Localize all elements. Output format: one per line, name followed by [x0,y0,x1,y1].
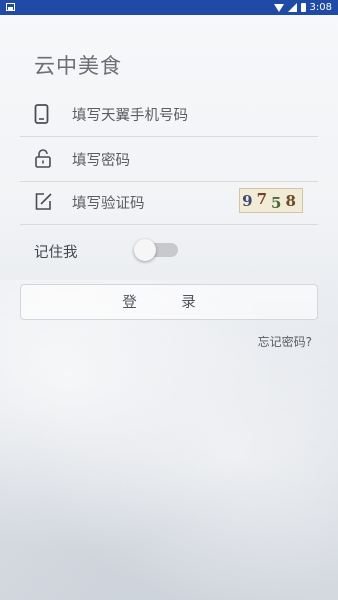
captcha-input[interactable]: 填写验证码 [72,192,145,213]
battery-icon [300,3,306,12]
wifi-icon [273,3,284,12]
status-bar: 3:08 [0,0,338,15]
captcha-char: 8 [285,191,300,210]
edit-icon [35,193,52,210]
remember-toggle[interactable] [134,237,180,263]
lock-icon [35,149,51,168]
captcha-char: 7 [256,189,271,208]
phone-icon [34,104,49,124]
app-title: 云中美食 [34,54,122,78]
status-icons: 3:08 [273,1,332,14]
login-button[interactable]: 登 录 [20,284,318,320]
toggle-knob [134,239,156,261]
phone-input[interactable]: 填写天翼手机号码 [72,104,188,125]
captcha-char: 9 [242,191,257,210]
signal-icon [287,3,297,12]
notification-icon [6,3,15,11]
captcha-char: 5 [271,193,286,212]
password-field[interactable]: 填写密码 [20,137,318,182]
captcha-field[interactable]: 填写验证码 9 7 5 8 [20,180,318,225]
background-clouds [0,280,338,600]
phone-field[interactable]: 填写天翼手机号码 [20,92,318,137]
password-input[interactable]: 填写密码 [72,149,130,170]
forgot-password-link[interactable]: 忘记密码? [258,333,312,350]
status-time: 3:08 [309,2,332,13]
remember-label: 记住我 [34,245,78,261]
captcha-image[interactable]: 9 7 5 8 [239,188,303,213]
